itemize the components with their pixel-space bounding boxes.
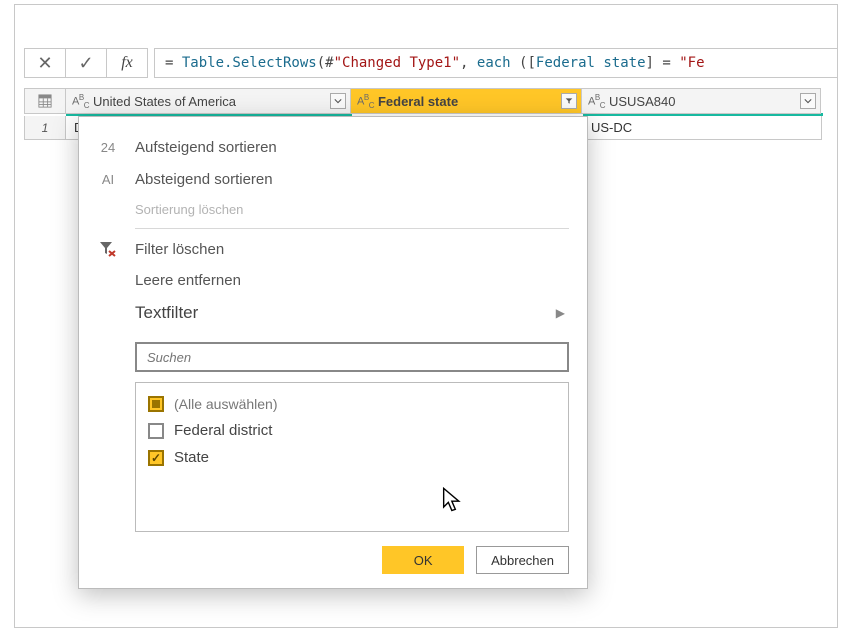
formula-token: ]: [646, 55, 654, 71]
formula-token: (: [519, 55, 527, 71]
menu-label: Leere entfernen: [135, 272, 569, 289]
dialog-buttons: OK Abbrechen: [97, 546, 569, 574]
sort-desc-icon: AI: [97, 170, 119, 188]
column-header-federal-state[interactable]: ABC Federal state: [350, 88, 582, 114]
menu-label: Sortierung löschen: [135, 202, 569, 217]
formula-token: #: [325, 55, 333, 71]
abc-type-icon: ABC: [357, 93, 374, 110]
text-filter-item[interactable]: Textfilter ▶: [97, 296, 569, 330]
formula-token: [: [527, 55, 535, 71]
row-number[interactable]: 1: [24, 116, 66, 140]
checkbox-icon[interactable]: [148, 423, 164, 439]
menu-label: Aufsteigend sortieren: [135, 139, 569, 156]
cancel-button[interactable]: Abbrechen: [476, 546, 569, 574]
remove-empty-item[interactable]: Leere entfernen: [97, 265, 569, 296]
formula-token: [511, 55, 519, 71]
fx-icon: fx: [106, 48, 148, 78]
divider: [135, 228, 569, 229]
clear-filter-icon: [97, 240, 119, 258]
menu-label: Textfilter: [135, 303, 540, 323]
formula-input[interactable]: = Table.SelectRows ( # "Changed Type1" ,…: [154, 48, 838, 78]
sort-asc-item[interactable]: 24 Aufsteigend sortieren: [97, 131, 569, 163]
formula-token: "Fe: [679, 55, 704, 71]
column-filter-button[interactable]: [561, 93, 577, 109]
abc-type-icon: ABC: [72, 93, 89, 110]
filter-values-list: (Alle auswählen) Federal district State: [135, 382, 569, 532]
column-header-usa[interactable]: ABC United States of America: [65, 88, 351, 114]
select-all-corner[interactable]: [24, 88, 66, 114]
column-filter-button[interactable]: [800, 93, 816, 109]
formula-token: ,: [460, 55, 477, 71]
cancel-formula-button[interactable]: [24, 48, 66, 78]
formula-token: Table.SelectRows: [182, 55, 317, 71]
sort-asc-icon: 24: [97, 138, 119, 156]
select-all-line[interactable]: (Alle auswählen): [146, 391, 558, 417]
formula-token: =: [654, 55, 679, 71]
cell[interactable]: US-DC: [582, 116, 822, 140]
checkbox-checked-icon[interactable]: [148, 450, 164, 466]
clear-filter-item[interactable]: Filter löschen: [97, 233, 569, 265]
ok-button[interactable]: OK: [382, 546, 464, 574]
sort-desc-item[interactable]: AI Absteigend sortieren: [97, 163, 569, 195]
formula-token: Federal state: [536, 55, 646, 71]
checkbox-indeterminate-icon[interactable]: [148, 396, 164, 412]
clear-sort-item[interactable]: Sortierung löschen: [97, 195, 569, 224]
menu-label: Absteigend sortieren: [135, 171, 569, 188]
formula-bar: fx = Table.SelectRows ( # "Changed Type1…: [24, 48, 838, 78]
chevron-right-icon: ▶: [556, 306, 565, 320]
column-header-ususa840[interactable]: ABC USUSA840: [581, 88, 821, 114]
column-header-label: United States of America: [93, 94, 326, 109]
commit-formula-button[interactable]: [65, 48, 107, 78]
column-filter-button[interactable]: [330, 93, 346, 109]
abc-type-icon: ABC: [588, 93, 605, 110]
column-header-label: Federal state: [378, 94, 557, 109]
column-header-label: USUSA840: [609, 94, 796, 109]
menu-label: Filter löschen: [135, 241, 569, 258]
checkbox-label: (Alle auswählen): [174, 396, 278, 412]
formula-token: "Changed Type1": [334, 55, 460, 71]
formula-token: each: [477, 55, 511, 71]
formula-token: =: [165, 55, 182, 71]
checkbox-label: Federal district: [174, 422, 272, 439]
filter-option[interactable]: Federal district: [146, 417, 558, 444]
filter-option[interactable]: State: [146, 444, 558, 471]
formula-token: (: [317, 55, 325, 71]
filter-search-box[interactable]: [135, 342, 569, 372]
filter-dropdown: 24 Aufsteigend sortieren AI Absteigend s…: [78, 116, 588, 589]
checkbox-label: State: [174, 449, 209, 466]
filter-search-input[interactable]: [147, 350, 557, 365]
